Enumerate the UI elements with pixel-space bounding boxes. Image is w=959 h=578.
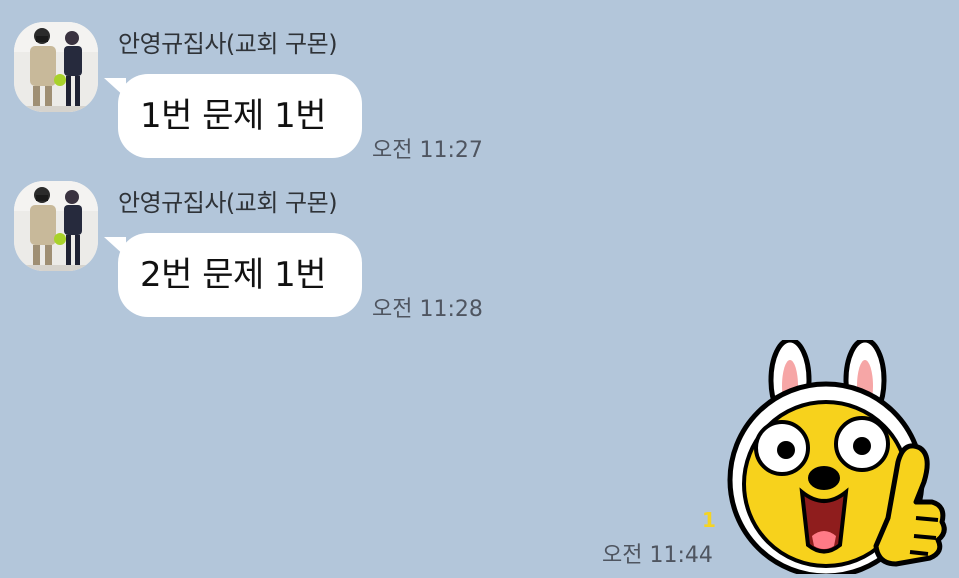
- unread-count: 1: [702, 508, 716, 532]
- chat-area[interactable]: 안영규집사(교회 구몬) 1번 문제 1번 오전 11:27 안영규집사(교회 …: [0, 0, 959, 578]
- sender-name: 안영규집사(교회 구몬): [118, 30, 338, 58]
- message-time: 오전 11:28: [372, 297, 483, 322]
- message-time: 오전 11:27: [372, 138, 483, 163]
- avatar[interactable]: [14, 22, 98, 112]
- avatar-photo-icon: [14, 181, 98, 271]
- avatar-photo-icon: [14, 22, 98, 112]
- avatar[interactable]: [14, 181, 98, 271]
- sender-name: 안영규집사(교회 구몬): [118, 189, 338, 217]
- bunny-thumbs-up-sticker-icon[interactable]: [720, 337, 950, 578]
- message-bubble[interactable]: 2번 문제 1번: [118, 233, 362, 317]
- message-time: 오전 11:44: [602, 543, 713, 568]
- message-bubble[interactable]: 1번 문제 1번: [118, 74, 362, 158]
